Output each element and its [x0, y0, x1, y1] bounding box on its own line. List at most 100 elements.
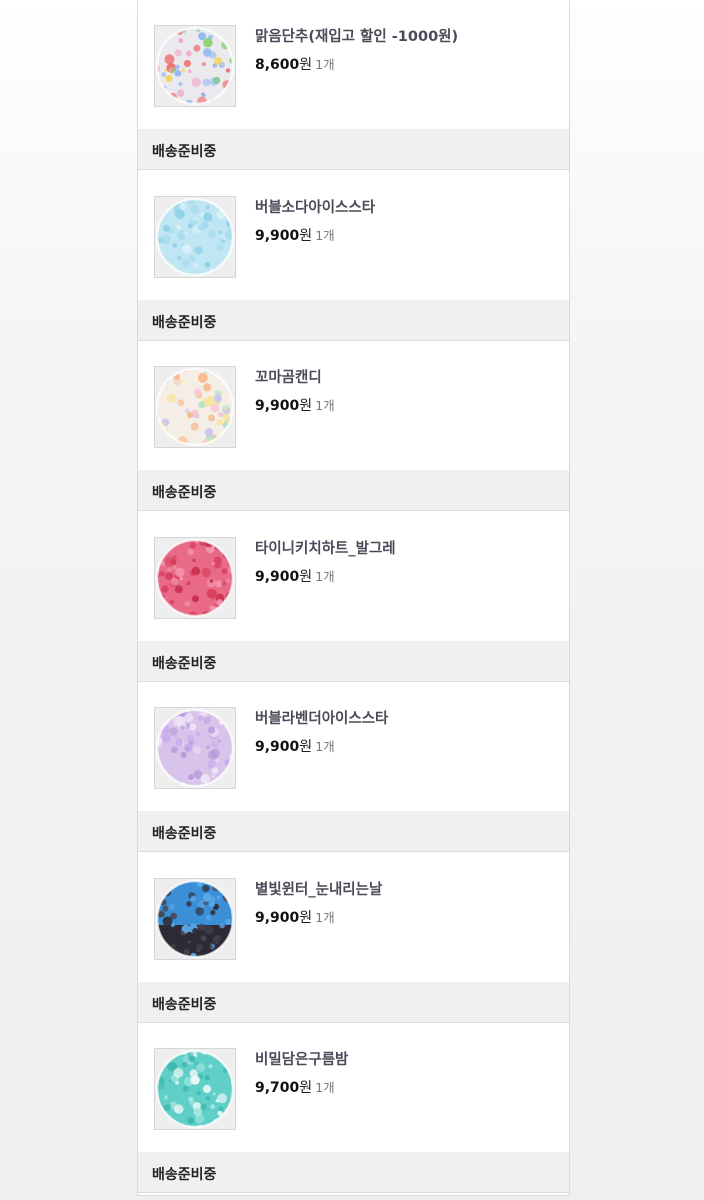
bead [189, 1055, 196, 1062]
bead [216, 242, 225, 252]
bead [162, 904, 169, 912]
product-name[interactable]: 타이니키치하트_발그레 [255, 537, 396, 558]
bead [180, 751, 187, 758]
bead [180, 725, 185, 731]
bead [174, 1104, 184, 1114]
order-entry: 비밀담은구름밤 9,700원 1개 배송준비중 [138, 1023, 569, 1194]
bead [191, 566, 201, 575]
bead [188, 223, 193, 228]
bead [165, 1103, 172, 1111]
product-name[interactable]: 버블소다아이스스타 [255, 196, 375, 217]
bead [180, 242, 184, 246]
bead [182, 1085, 189, 1092]
product-thumbnail[interactable] [154, 877, 236, 960]
bead [179, 202, 186, 210]
bead [161, 733, 171, 743]
shipping-status-label: 배송준비중 [152, 826, 217, 842]
shipping-status-bar: 배송준비중 [138, 811, 569, 852]
bead [176, 716, 186, 726]
bead [203, 212, 213, 221]
bead [206, 745, 210, 750]
product-thumbnail[interactable] [154, 366, 236, 448]
bead [202, 1084, 212, 1093]
price-line: 9,900원 1개 [255, 907, 335, 927]
bead [172, 242, 178, 248]
bead [200, 1103, 207, 1111]
bead [185, 931, 194, 940]
bead [219, 922, 225, 928]
price-line: 8,600원 1개 [255, 54, 335, 74]
bead [204, 1075, 211, 1081]
order-entry: 꼬마곰캔디 9,900원 1개 배송준비중 [138, 341, 569, 512]
bead [159, 570, 166, 577]
product-thumbnail[interactable] [154, 195, 236, 278]
bead [186, 580, 191, 585]
bead [225, 577, 231, 583]
bead [214, 394, 222, 403]
bead [203, 48, 212, 57]
bead [208, 1064, 213, 1069]
currency-unit: 원 [299, 398, 313, 414]
product-price: 9,900 [255, 739, 300, 755]
bead [182, 243, 192, 253]
product-name[interactable]: 별빛윈터_눈내리는날 [255, 878, 382, 899]
shipping-status-label: 배송준비중 [152, 996, 217, 1013]
bead [172, 554, 178, 559]
bead [174, 735, 179, 739]
product-name[interactable]: 꼬마곰캔디 [255, 366, 322, 387]
bead [170, 599, 174, 604]
currency-unit: 원 [299, 57, 313, 73]
bead [186, 412, 193, 419]
order-item[interactable]: 버블소다아이스스타 9,900원 1개 [138, 170, 569, 300]
currency-unit: 원 [299, 1080, 313, 1096]
product-image [155, 26, 235, 106]
price-line: 9,900원 1개 [255, 736, 335, 756]
order-item[interactable]: 별빛윈터_눈내리는날 9,900원 1개 [138, 852, 569, 982]
order-item[interactable]: 꼬마곰캔디 9,900원 1개 [138, 341, 569, 470]
bead [162, 916, 173, 926]
currency-unit: 원 [299, 227, 313, 244]
bead [209, 901, 215, 907]
product-name[interactable]: 비밀담은구름밤 [255, 1048, 348, 1069]
product-thumbnail[interactable] [154, 536, 236, 619]
bead [186, 900, 192, 907]
bead [208, 589, 218, 599]
bead [184, 713, 194, 723]
bead [207, 414, 216, 422]
bead [176, 224, 182, 229]
product-image [155, 708, 235, 788]
product-image [155, 196, 235, 277]
bead [203, 716, 212, 725]
product-thumbnail[interactable] [154, 707, 236, 789]
order-item[interactable]: 맑음단추(재입고 할인 -1000원) 8,600원 1개 [138, 0, 569, 129]
bead [204, 261, 211, 268]
product-name[interactable]: 맑음단추(재입고 할인 -1000원) [255, 25, 458, 46]
product-thumbnail[interactable] [154, 1048, 236, 1130]
bead [161, 234, 171, 244]
bead [211, 767, 219, 774]
shipping-status-bar: 배송준비중 [138, 299, 569, 341]
order-item[interactable]: 버블라벤더아이스스타 9,900원 1개 [138, 682, 569, 811]
bead [225, 918, 231, 924]
bead [210, 741, 218, 748]
bead [161, 72, 166, 77]
product-name[interactable]: 버블라벤더아이스스타 [255, 707, 388, 728]
bead [169, 727, 178, 736]
bead [205, 204, 210, 209]
price-line: 9,900원 1개 [255, 225, 335, 245]
bead [225, 68, 230, 73]
product-thumbnail[interactable] [154, 25, 236, 107]
product-price: 9,900 [255, 909, 300, 926]
bead [205, 1096, 210, 1101]
product-price: 9,700 [255, 1080, 300, 1096]
order-entry: 맑음단추(재입고 할인 -1000원) 8,600원 1개 배송준비중 [138, 0, 569, 171]
product-quantity: 1개 [315, 1080, 335, 1095]
product-price: 9,900 [255, 398, 300, 414]
product-image [155, 878, 235, 959]
order-item[interactable]: 비밀담은구름밤 9,700원 1개 [138, 1023, 569, 1152]
bead [215, 579, 223, 587]
bead [166, 566, 172, 572]
order-item[interactable]: 타이니키치하트_발그레 9,900원 1개 [138, 511, 569, 641]
currency-unit: 원 [299, 568, 313, 585]
bead [192, 558, 196, 562]
